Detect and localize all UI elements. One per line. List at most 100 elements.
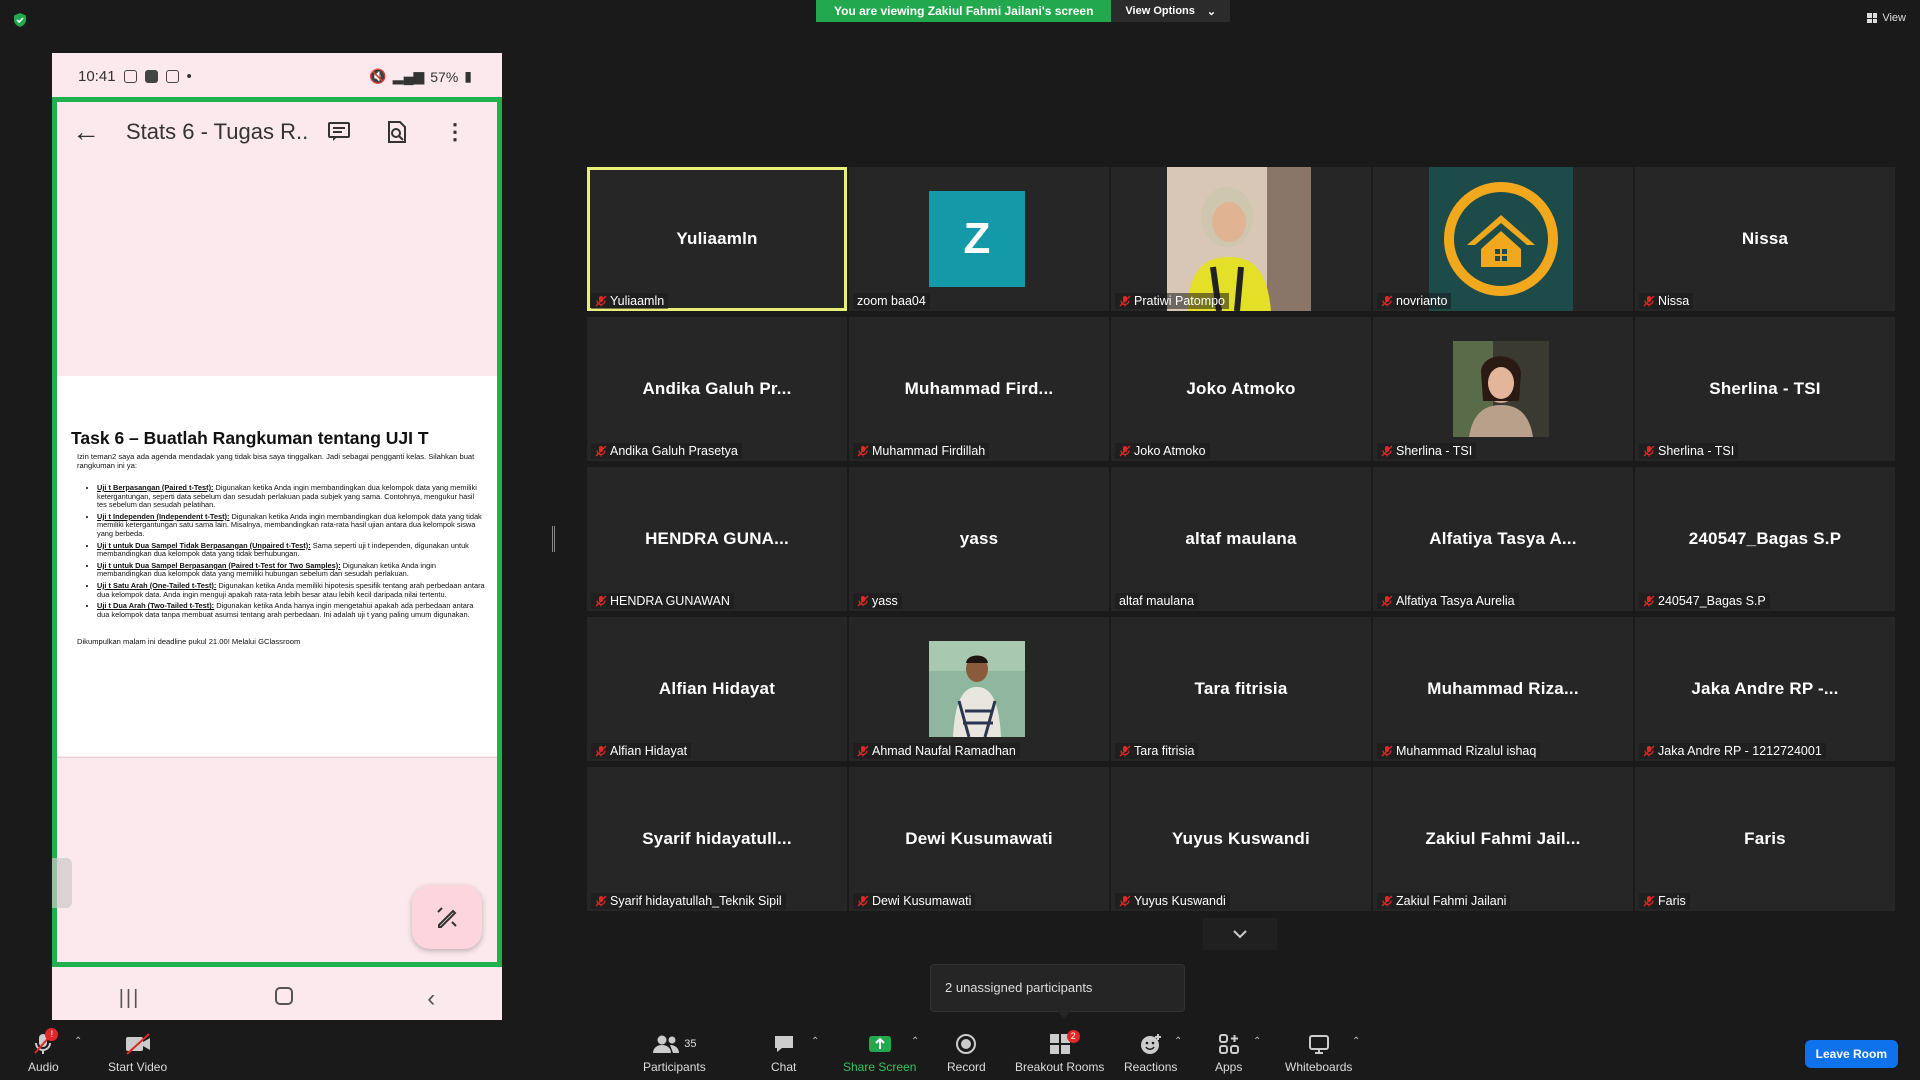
ttest-list: Uji t Berpasangan (Paired t-Test): Digun…: [71, 483, 485, 619]
chat-label: Chat: [771, 1060, 797, 1074]
participant-display-name: Faris: [1744, 829, 1786, 848]
participant-photo: [929, 641, 1025, 737]
participant-display-name: HENDRA GUNA...: [645, 529, 789, 548]
participant-tile[interactable]: Dewi Kusumawati Dewi Kusumawati: [849, 767, 1109, 911]
apps-button[interactable]: Apps: [1215, 1032, 1242, 1074]
whiteboards-options-caret[interactable]: ⌃: [1352, 1036, 1360, 1047]
participant-tile[interactable]: novrianto: [1373, 167, 1633, 311]
participant-tile[interactable]: Andika Galuh Pr... Andika Galuh Prasetya: [587, 317, 847, 461]
mic-muted-icon: [1119, 895, 1131, 907]
participant-tile[interactable]: Joko Atmoko Joko Atmoko: [1111, 317, 1371, 461]
participant-tile[interactable]: Zakiul Fahmi Jail... Zakiul Fahmi Jailani: [1373, 767, 1633, 911]
participant-tile[interactable]: Sherlina - TSI Sherlina - TSI: [1635, 317, 1895, 461]
view-options-label: View Options: [1125, 5, 1195, 17]
participant-tile[interactable]: Syarif hidayatull... Syarif hidayatullah_…: [587, 767, 847, 911]
record-button[interactable]: Record: [947, 1032, 986, 1074]
participant-name: Andika Galuh Prasetya: [610, 444, 738, 458]
audio-button[interactable]: ! Audio: [28, 1028, 59, 1074]
participant-tile[interactable]: Jaka Andre RP -... Jaka Andre RP - 121272…: [1635, 617, 1895, 761]
participant-tile[interactable]: altaf maulana altaf maulana: [1111, 467, 1371, 611]
leave-room-button[interactable]: Leave Room: [1804, 1040, 1898, 1068]
share-screen-icon: [868, 1036, 891, 1052]
doc-title: Stats 6 - Tugas R...: [126, 119, 310, 144]
start-video-label: Start Video: [108, 1060, 168, 1074]
participant-tile[interactable]: Muhammad Riza... Muhammad Rizalul ishaq: [1373, 617, 1633, 761]
participant-name: Sherlina - TSI: [1396, 444, 1473, 458]
participant-tile[interactable]: Faris Faris: [1635, 767, 1895, 911]
comment-icon[interactable]: [310, 121, 368, 143]
participant-display-name: Muhammad Fird...: [904, 379, 1054, 398]
participant-name: Ahmad Naufal Ramadhan: [872, 744, 1016, 758]
view-options-button[interactable]: View Options ⌄: [1111, 0, 1231, 22]
share-options-caret[interactable]: ⌃: [911, 1036, 919, 1047]
participant-tile[interactable]: Zzoom baa04: [849, 167, 1109, 311]
participant-display-name: 240547_Bagas S.P: [1688, 529, 1842, 548]
participant-tile[interactable]: Yuyus Kuswandi Yuyus Kuswandi: [1111, 767, 1371, 911]
participant-tile[interactable]: Yuliaamln Yuliaamln: [587, 167, 847, 311]
breakout-rooms-button[interactable]: 2 Breakout Rooms: [1015, 1030, 1104, 1074]
reactions-options-caret[interactable]: ⌃: [1174, 1036, 1182, 1047]
participant-display-name: Alfatiya Tasya A...: [1429, 529, 1577, 548]
shared-screen: 10:41 • 🔇 ▂▄▆ 57% ▮ ← Stats 6 - Tugas R.…: [52, 53, 502, 1028]
participant-tile[interactable]: Sherlina - TSI: [1373, 317, 1633, 461]
view-button[interactable]: View: [1867, 12, 1906, 24]
doc-app-bar: ← Stats 6 - Tugas R... ⋮: [52, 100, 502, 164]
participant-tile[interactable]: yass yass: [849, 467, 1109, 611]
list-item: Uji t Satu Arah (One-Tailed t-Test): Dig…: [97, 581, 485, 599]
participant-tile[interactable]: Alfatiya Tasya A... Alfatiya Tasya Aureli…: [1373, 467, 1633, 611]
reactions-button[interactable]: Reactions: [1124, 1032, 1177, 1074]
participant-tile[interactable]: Muhammad Fird... Muhammad Firdillah: [849, 317, 1109, 461]
home-icon[interactable]: [274, 986, 294, 1011]
participant-tile[interactable]: Ahmad Naufal Ramadhan: [849, 617, 1109, 761]
participant-display-name: Sherlina - TSI: [1709, 379, 1821, 398]
mic-muted-icon: [1119, 445, 1131, 457]
list-item: Uji t Berpasangan (Paired t-Test): Digun…: [97, 483, 485, 510]
whiteboards-button[interactable]: Whiteboards: [1285, 1032, 1352, 1074]
side-panel-handle[interactable]: [52, 858, 72, 908]
participant-name-label: Muhammad Rizalul ishaq: [1377, 743, 1541, 759]
audio-options-caret[interactable]: ⌃: [74, 1036, 82, 1047]
screen-share-banner: You are viewing Zakiul Fahmi Jailani's s…: [816, 0, 1231, 22]
participant-tile[interactable]: Tara fitrisia Tara fitrisia: [1111, 617, 1371, 761]
participant-tile[interactable]: HENDRA GUNA... HENDRA GUNAWAN: [587, 467, 847, 611]
participant-tile[interactable]: 240547_Bagas S.P 240547_Bagas S.P: [1635, 467, 1895, 611]
back-arrow-icon[interactable]: ←: [72, 116, 126, 148]
apps-options-caret[interactable]: ⌃: [1253, 1036, 1261, 1047]
gallery-next-button[interactable]: [1203, 918, 1277, 950]
mic-muted-icon: [1381, 295, 1393, 307]
participant-name-label: zoom baa04: [853, 293, 930, 309]
participant-name-label: Nissa: [1639, 293, 1694, 309]
participant-name-label: Muhammad Firdillah: [853, 443, 990, 459]
view-label: View: [1882, 12, 1906, 24]
whiteboard-icon: [1308, 1035, 1329, 1054]
participants-button[interactable]: 35 Participants: [643, 1032, 706, 1074]
participant-tile[interactable]: Pratiwi Patompo: [1111, 167, 1371, 311]
mic-muted-icon: [595, 295, 607, 307]
security-shield-icon[interactable]: [12, 12, 28, 28]
participant-tile[interactable]: Alfian Hidayat Alfian Hidayat: [587, 617, 847, 761]
participant-name-label: 240547_Bagas S.P: [1639, 593, 1770, 609]
share-screen-button[interactable]: Share Screen: [843, 1032, 916, 1074]
doc-blank-area: [52, 164, 502, 377]
participant-name: HENDRA GUNAWAN: [610, 594, 730, 608]
back-nav-icon[interactable]: ‹: [427, 985, 435, 1013]
mic-muted-icon: [595, 745, 607, 757]
participants-count: 35: [684, 1038, 697, 1050]
more-vert-icon[interactable]: ⋮: [426, 119, 484, 145]
edit-fab-button[interactable]: [412, 885, 482, 949]
participant-tile[interactable]: Nissa Nissa: [1635, 167, 1895, 311]
participant-name: Pratiwi Patompo: [1134, 294, 1226, 308]
mic-muted-icon: [857, 895, 869, 907]
chat-button[interactable]: Chat: [771, 1032, 796, 1074]
find-in-doc-icon[interactable]: [368, 120, 426, 144]
recents-icon[interactable]: |||: [119, 987, 141, 1010]
participant-name-label: Joko Atmoko: [1115, 443, 1210, 459]
battery-icon: ▮: [464, 68, 472, 84]
participant-name: Zakiul Fahmi Jailani: [1396, 894, 1507, 908]
mic-muted-icon: [1643, 895, 1655, 907]
mic-muted-icon: [1643, 595, 1655, 607]
participant-name-label: Sherlina - TSI: [1377, 443, 1477, 459]
start-video-button[interactable]: Start Video: [108, 1032, 167, 1074]
chat-options-caret[interactable]: ⌃: [811, 1036, 819, 1047]
splitter-handle[interactable]: [552, 526, 555, 552]
